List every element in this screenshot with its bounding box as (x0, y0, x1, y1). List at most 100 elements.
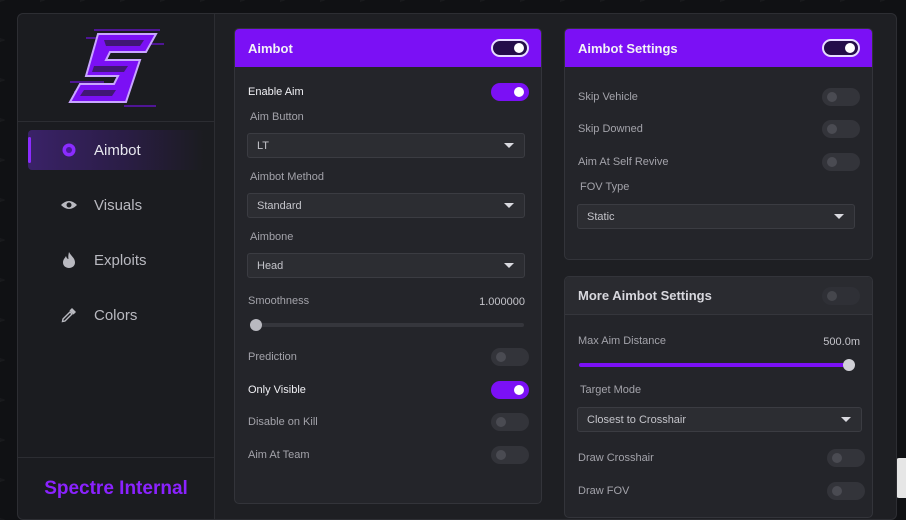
disable-on-kill-label: Disable on Kill (248, 416, 318, 428)
select-value: LT (257, 139, 270, 152)
toggle-knob (827, 157, 837, 167)
smoothness-label: Smoothness (248, 295, 310, 307)
aim-button-select[interactable]: LT (247, 133, 525, 158)
chevron-down-icon (504, 203, 514, 208)
slider-track (250, 323, 524, 327)
toggle-knob (514, 385, 524, 395)
slider-fill (579, 363, 849, 367)
chevron-down-icon (841, 417, 851, 422)
skip-downed-toggle[interactable] (822, 120, 860, 138)
aim-at-team-label: Aim At Team (248, 449, 310, 461)
sidebar-item-label: Visuals (94, 196, 143, 214)
only-visible-toggle[interactable] (491, 381, 529, 399)
sidebar: Aimbot Visuals Exploits Colors Spectre I… (18, 14, 215, 519)
aim-self-revive-toggle[interactable] (822, 153, 860, 171)
logo (18, 14, 214, 122)
fov-type-label: FOV Type (580, 181, 630, 193)
toggle-knob (496, 352, 506, 362)
target-mode-select[interactable]: Closest to Crosshair (577, 407, 862, 432)
smoothness-value: 1.000000 (479, 296, 525, 308)
sidebar-item-aimbot[interactable]: Aimbot (28, 130, 204, 170)
chevron-down-icon (834, 214, 844, 219)
aimbot-master-toggle[interactable] (491, 39, 529, 57)
skip-downed-row: Skip Downed (578, 119, 860, 139)
enable-aim-row: Enable Aim (248, 82, 529, 102)
skip-vehicle-row: Skip Vehicle (578, 87, 860, 107)
aim-at-team-toggle[interactable] (491, 446, 529, 464)
aimbot-method-label: Aimbot Method (250, 171, 324, 183)
eye-icon (60, 196, 78, 214)
prediction-row: Prediction (248, 347, 529, 367)
more-aimbot-settings-panel: More Aimbot Settings Max Aim Distance 50… (564, 276, 873, 518)
fov-type-select[interactable]: Static (577, 204, 855, 229)
chevron-down-icon (504, 143, 514, 148)
eyedropper-icon (60, 306, 78, 324)
sidebar-item-label: Exploits (94, 251, 147, 269)
select-value: Closest to Crosshair (587, 413, 687, 426)
select-value: Head (257, 259, 284, 272)
skip-vehicle-toggle[interactable] (822, 88, 860, 106)
panel-title: More Aimbot Settings (578, 288, 712, 303)
sidebar-item-visuals[interactable]: Visuals (28, 185, 204, 225)
toggle-knob (827, 124, 837, 134)
select-value: Standard (257, 199, 302, 212)
enable-aim-label: Enable Aim (248, 86, 304, 98)
draw-fov-toggle[interactable] (827, 482, 865, 500)
aimbot-panel: Aimbot Enable Aim Aim Button LT Aimbot M… (234, 28, 542, 504)
draw-fov-label: Draw FOV (578, 485, 630, 497)
toggle-knob (832, 453, 842, 463)
select-value: Static (587, 210, 615, 223)
aimbone-label: Aimbone (250, 231, 294, 243)
aim-self-revive-row: Aim At Self Revive (578, 152, 860, 172)
toggle-knob (827, 92, 837, 102)
aimbot-settings-header: Aimbot Settings (565, 29, 872, 67)
slider-thumb[interactable] (250, 319, 262, 331)
toggle-knob (827, 290, 837, 301)
smoothness-slider[interactable] (250, 319, 524, 331)
draw-crosshair-label: Draw Crosshair (578, 452, 654, 464)
panel-title: Aimbot (248, 40, 293, 56)
aim-at-team-row: Aim At Team (248, 445, 529, 465)
sidebar-item-colors[interactable]: Colors (28, 295, 204, 335)
aim-button-label: Aim Button (250, 111, 304, 123)
toggle-knob (832, 486, 842, 496)
toggle-knob (514, 87, 524, 97)
flame-icon (60, 251, 78, 269)
more-settings-header: More Aimbot Settings (565, 277, 872, 315)
aimbot-settings-panel: Aimbot Settings Skip Vehicle Skip Downed… (564, 28, 873, 260)
sidebar-nav: Aimbot Visuals Exploits Colors (18, 122, 214, 335)
aimbot-settings-master-toggle[interactable] (822, 39, 860, 57)
draw-crosshair-toggle[interactable] (827, 449, 865, 467)
toggle-knob (496, 450, 506, 460)
sidebar-item-exploits[interactable]: Exploits (28, 240, 204, 280)
cheat-menu-window: Aimbot Visuals Exploits Colors Spectre I… (17, 13, 897, 520)
enable-aim-toggle[interactable] (491, 83, 529, 101)
max-aim-distance-slider[interactable] (579, 359, 855, 371)
sidebar-item-label: Aimbot (94, 141, 141, 159)
disable-on-kill-toggle[interactable] (491, 413, 529, 431)
disable-on-kill-row: Disable on Kill (248, 412, 529, 432)
target-mode-label: Target Mode (580, 384, 642, 396)
prediction-label: Prediction (248, 351, 297, 363)
sidebar-item-label: Colors (94, 306, 138, 324)
chevron-down-icon (504, 263, 514, 268)
max-aim-distance-label: Max Aim Distance (578, 335, 667, 347)
external-window-edge (896, 458, 906, 498)
prediction-toggle[interactable] (491, 348, 529, 366)
aimbot-method-select[interactable]: Standard (247, 193, 525, 218)
panel-title: Aimbot Settings (578, 40, 678, 56)
draw-fov-row: Draw FOV (578, 481, 865, 501)
max-aim-distance-value: 500.0m (823, 336, 860, 348)
draw-crosshair-row: Draw Crosshair (578, 448, 865, 468)
toggle-knob (496, 417, 506, 427)
toggle-knob (845, 43, 855, 53)
only-visible-label: Only Visible (248, 384, 306, 396)
slider-thumb[interactable] (843, 359, 855, 371)
more-settings-master-toggle[interactable] (822, 286, 860, 305)
aimbone-select[interactable]: Head (247, 253, 525, 278)
skip-vehicle-label: Skip Vehicle (578, 91, 638, 103)
aimbot-panel-header: Aimbot (235, 29, 541, 67)
brand-name: Spectre Internal (18, 457, 214, 519)
aim-self-revive-label: Aim At Self Revive (578, 156, 669, 168)
toggle-knob (514, 43, 524, 53)
